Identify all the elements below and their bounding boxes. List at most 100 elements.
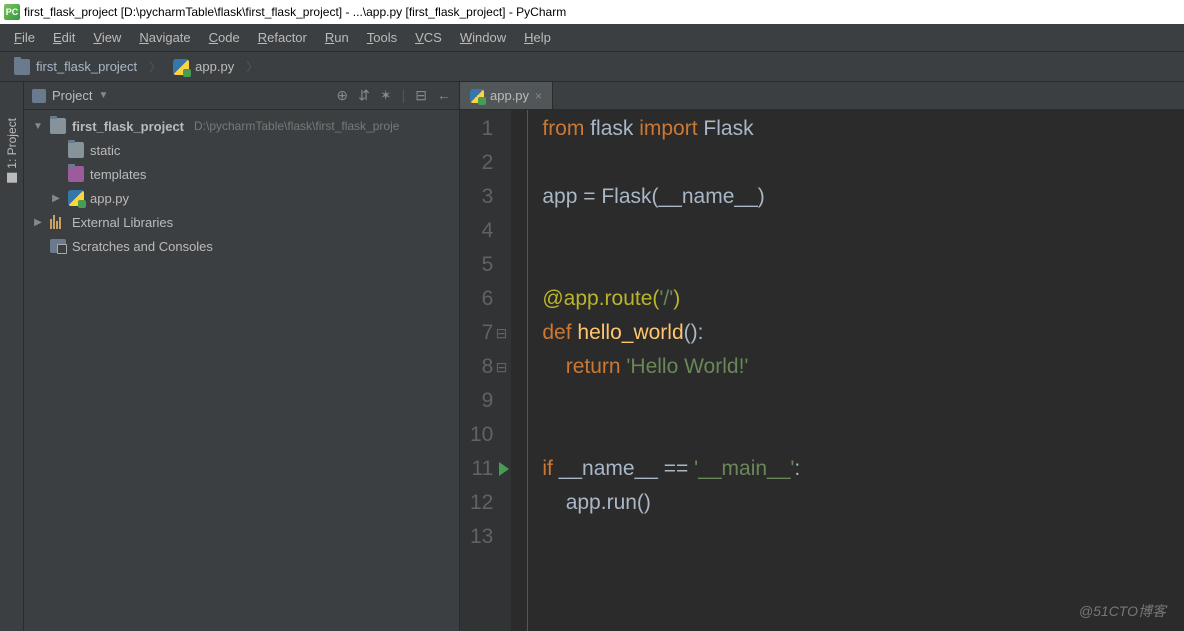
tree-root[interactable]: ▼ first_flask_project D:\pycharmTable\fl… [24,114,459,138]
fold-icon[interactable]: ⊟ [496,316,508,350]
hide-icon[interactable]: ← [437,87,451,104]
window-titlebar: PC first_flask_project [D:\pycharmTable\… [0,0,1184,24]
token-nm: __name__ == [559,457,694,480]
menu-file[interactable]: File [6,27,43,48]
line-number: 6 [470,282,493,316]
tree-app-file[interactable]: ▶ app.py [24,186,459,210]
code-line[interactable]: if __name__ == '__main__': [542,452,1170,486]
token-nm [542,355,565,378]
token-kw: import [639,117,703,140]
menu-navigate[interactable]: Navigate [131,27,198,48]
code-line[interactable]: return 'Hello World!' [542,350,1170,384]
token-nm: flask [590,117,639,140]
project-panel-title[interactable]: Project ▼ [32,88,108,103]
close-tab-icon[interactable]: × [535,89,542,103]
line-number: 11 [470,452,493,486]
menu-edit[interactable]: Edit [45,27,83,48]
tree-external-libs[interactable]: ▶ External Libraries [24,210,459,234]
project-tool-icon [7,173,17,183]
line-number: 13 [470,520,493,554]
breadcrumb-file[interactable]: app.py [167,57,240,77]
expand-arrow-icon[interactable]: ▶ [32,217,44,228]
code-line[interactable] [542,146,1170,180]
python-file-icon [68,190,84,206]
code-line[interactable] [542,384,1170,418]
chevron-right-icon: 〉 [244,58,260,75]
token-nm: app.run() [542,491,651,514]
module-folder-icon [50,118,66,134]
menu-vcs[interactable]: VCS [407,27,450,48]
folder-icon [14,59,30,75]
menu-help[interactable]: Help [516,27,559,48]
project-panel-tools: ⊕ ⇵ ✶ | ⊟ ← [336,87,451,104]
tree-scratches[interactable]: Scratches and Consoles [24,234,459,258]
token-str: 'Hello World!' [626,355,748,378]
main-menubar: FileEditViewNavigateCodeRefactorRunTools… [0,24,1184,52]
editor-area: app.py × 1234567⊟8⊟910111213 from flask … [460,82,1184,631]
separator: | [402,87,406,104]
tree-root-location: D:\pycharmTable\flask\first_flask_proje [194,119,399,133]
menu-refactor[interactable]: Refactor [250,27,315,48]
code-line[interactable]: @app.route('/') [542,282,1170,316]
token-dec: ) [673,287,680,310]
line-number: 2 [470,146,493,180]
token-dec: @app.route( [542,287,659,310]
line-number: 7⊟ [470,316,493,350]
breadcrumb-file-label: app.py [195,59,234,74]
collapse-icon[interactable]: ⊟ [415,87,427,104]
code-line[interactable] [542,418,1170,452]
token-nm: (): [684,321,704,344]
line-number: 5 [470,248,493,282]
code-line[interactable] [542,248,1170,282]
python-file-icon [470,89,484,103]
project-tree: ▼ first_flask_project D:\pycharmTable\fl… [24,110,459,262]
menu-tools[interactable]: Tools [359,27,405,48]
line-number: 1 [470,112,493,146]
scratches-icon [50,239,66,253]
code-editor[interactable]: 1234567⊟8⊟910111213 from flask import Fl… [460,110,1184,631]
breadcrumb-root[interactable]: first_flask_project [8,57,143,77]
dropdown-icon: ▼ [98,90,108,101]
navigation-bar: first_flask_project 〉 app.py 〉 [0,52,1184,82]
code-content[interactable]: from flask import Flaskapp = Flask(__nam… [527,110,1184,631]
menu-run[interactable]: Run [317,27,357,48]
line-number: 9 [470,384,493,418]
code-line[interactable]: app.run() [542,486,1170,520]
editor-tab-app[interactable]: app.py × [460,82,553,109]
watermark-text: @51CTO博客 [1079,601,1166,621]
token-nm: __name__ [659,185,758,208]
tree-external-label: External Libraries [72,215,173,230]
menu-window[interactable]: Window [452,27,514,48]
line-number: 4 [470,214,493,248]
run-gutter-icon[interactable] [499,462,509,476]
token-kw: def [542,321,577,344]
line-number: 12 [470,486,493,520]
tree-static-folder[interactable]: static [24,138,459,162]
tree-scratches-label: Scratches and Consoles [72,239,213,254]
project-tool-label: 1: Project [5,118,19,169]
left-tool-strip: 1: Project [0,82,24,631]
python-file-icon [173,59,189,75]
code-line[interactable]: app = Flask(__name__) [542,180,1170,214]
menu-view[interactable]: View [85,27,129,48]
expand-all-icon[interactable]: ⇵ [358,87,370,104]
fold-icon[interactable]: ⊟ [496,350,508,384]
editor-tab-label: app.py [490,88,529,103]
token-kw: return [566,355,627,378]
code-line[interactable]: def hello_world(): [542,316,1170,350]
tree-root-name: first_flask_project [72,119,184,134]
token-nm: app = Flask( [542,185,658,208]
menu-code[interactable]: Code [201,27,248,48]
expand-arrow-icon[interactable]: ▼ [32,121,44,132]
tree-templates-folder[interactable]: templates [24,162,459,186]
code-line[interactable] [542,520,1170,554]
settings-icon[interactable]: ✶ [380,87,392,104]
locate-icon[interactable]: ⊕ [336,87,348,104]
pycharm-icon: PC [4,4,20,20]
code-line[interactable]: from flask import Flask [542,112,1170,146]
expand-arrow-icon[interactable]: ▶ [50,193,62,204]
project-tool-tab[interactable]: 1: Project [3,112,21,189]
code-line[interactable] [542,214,1170,248]
token-nm: : [794,457,800,480]
line-number: 8⊟ [470,350,493,384]
